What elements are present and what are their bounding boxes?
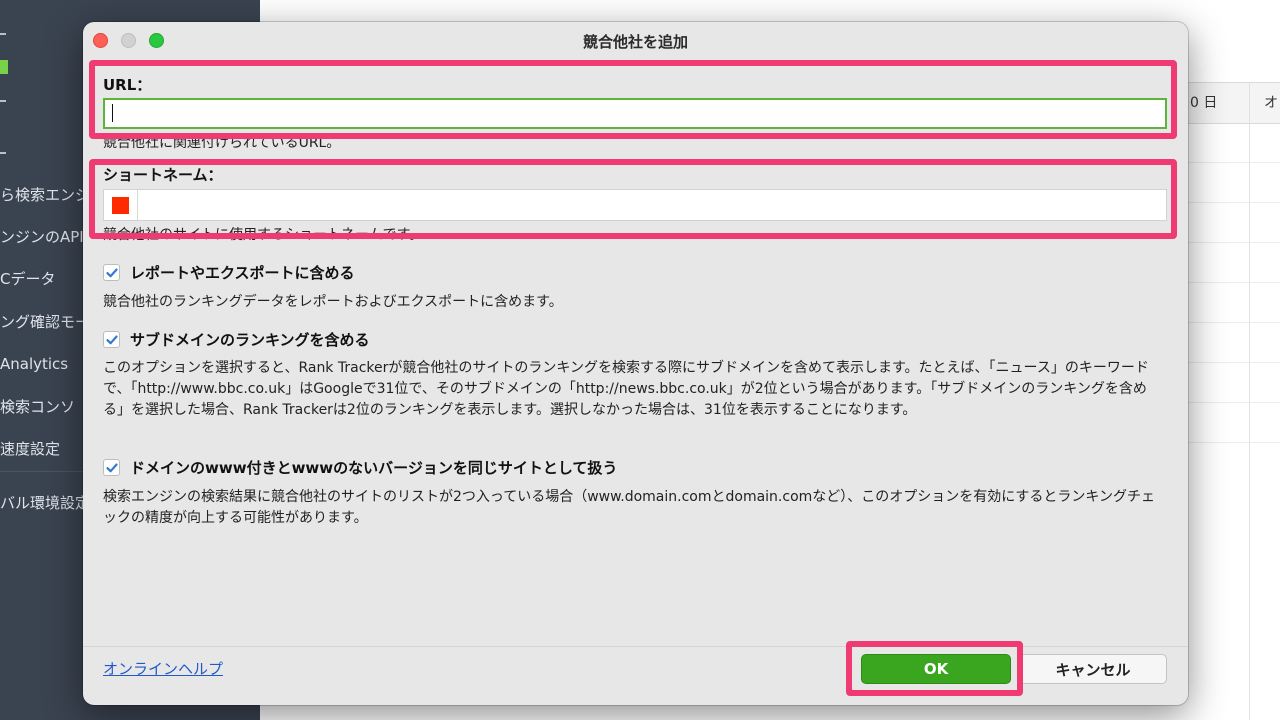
checkmark-icon [106, 463, 118, 473]
treat-www-same-checkbox[interactable] [103, 459, 120, 476]
checkmark-icon [106, 335, 118, 345]
include-subdomains-checkbox[interactable] [103, 331, 120, 348]
background-row-line [1188, 242, 1280, 243]
footer-divider [83, 646, 1188, 647]
sidebar-item-analytics[interactable]: Analytics [0, 352, 68, 376]
background-row-line [1188, 202, 1280, 203]
sidebar-item-speed-settings[interactable]: 速度設定 [0, 437, 60, 461]
cancel-button[interactable]: キャンセル [1019, 654, 1167, 684]
sidebar-active-indicator [0, 60, 8, 74]
treat-www-same-description: 検索エンジンの検索結果に競合他社のサイトのリストが2つ入っている場合（www.d… [103, 489, 1156, 526]
background-row-line [1188, 442, 1280, 443]
background-column-header: オ [1264, 95, 1278, 111]
background-column-divider [1249, 82, 1250, 720]
include-in-reports-description: 競合他社のランキングデータをレポートおよびエクスポートに含めます。 [103, 294, 563, 310]
checkmark-icon [106, 268, 118, 278]
background-column-header: 0 日 [1190, 95, 1218, 111]
background-row-line [1188, 362, 1280, 363]
background-row-line [1188, 402, 1280, 403]
sidebar-mark [0, 152, 6, 154]
sidebar-item-search-console[interactable]: 検索コンソ [0, 395, 75, 419]
sidebar-item-search-engines[interactable]: ら検索エンジ [0, 183, 90, 207]
ok-button[interactable]: OK [861, 654, 1011, 684]
url-input[interactable] [103, 98, 1167, 129]
online-help-link[interactable]: オンラインヘルプ [103, 658, 223, 679]
shortname-description: 競合他社のサイトに使用するショートネームです。 [103, 227, 424, 243]
color-picker-swatch[interactable] [112, 197, 129, 214]
sidebar-item-engine-api[interactable]: ンジンのAPI [0, 225, 84, 249]
include-in-reports-label[interactable]: レポートやエクスポートに含める [130, 262, 355, 283]
shortname-label: ショートネーム： [103, 166, 223, 184]
background-row-line [1188, 322, 1280, 323]
sidebar-mark [0, 33, 6, 35]
treat-www-same-label[interactable]: ドメインのwww付きとwwwのないバージョンを同じサイトとして扱う [130, 457, 617, 478]
text-caret [112, 104, 113, 122]
background-row-line [1188, 282, 1280, 283]
add-competitor-dialog: 競合他社を追加 URL： 競合他社に関連付けられているURL。 ショートネーム：… [83, 22, 1188, 705]
background-row-line [1188, 162, 1280, 163]
include-subdomains-description: このオプションを選択すると、Rank Trackerが競合他社のサイトのランキン… [103, 360, 1149, 418]
dialog-title: 競合他社を追加 [582, 33, 688, 51]
sidebar-item-cpc-data[interactable]: Cデータ [0, 267, 55, 291]
url-description: 競合他社に関連付けられているURL。 [103, 135, 341, 151]
shortname-input[interactable] [137, 190, 1166, 220]
sidebar-mark [0, 100, 6, 102]
sidebar-item-ranking-mode[interactable]: ング確認モー [0, 310, 90, 334]
sidebar-item-global-settings[interactable]: バル環境設定 [0, 491, 90, 515]
dialog-titlebar: 競合他社を追加 [83, 22, 1188, 60]
include-subdomains-label[interactable]: サブドメインのランキングを含める [130, 329, 370, 350]
url-label: URL： [103, 76, 152, 94]
include-in-reports-checkbox[interactable] [103, 264, 120, 281]
